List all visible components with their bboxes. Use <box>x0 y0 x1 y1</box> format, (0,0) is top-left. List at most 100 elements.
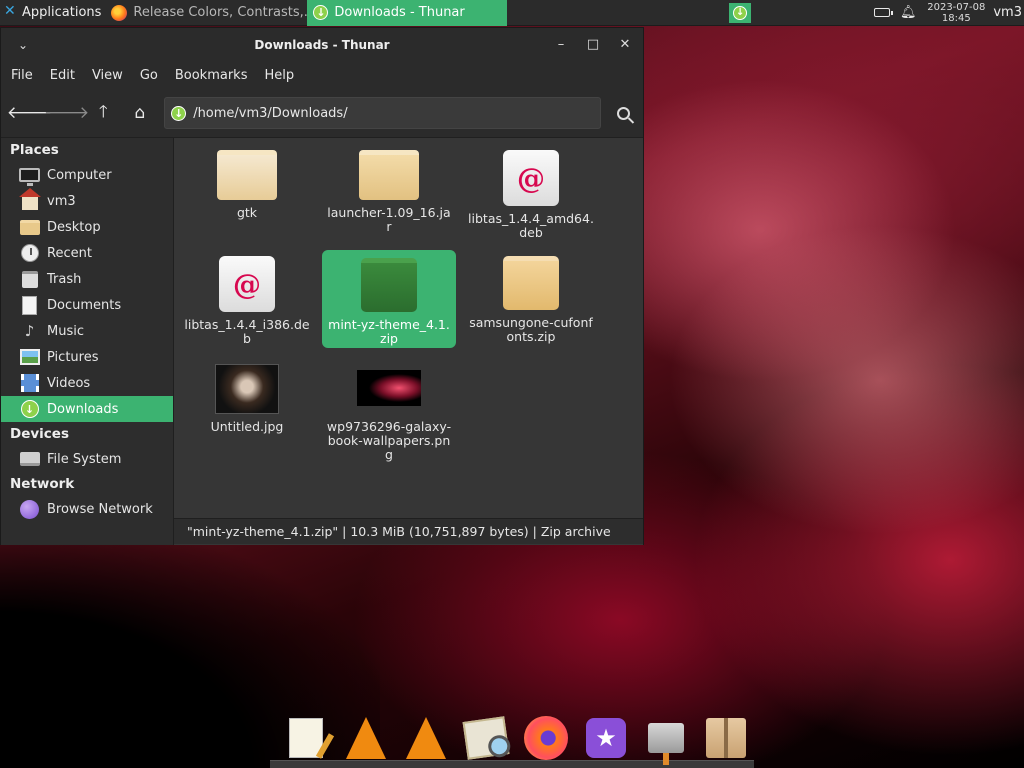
clock-time: 18:45 <box>941 12 971 24</box>
location-bar[interactable]: ↓ /home/vm3/Downloads/ <box>164 97 602 129</box>
menu-edit[interactable]: Edit <box>50 68 75 83</box>
text-editor-icon <box>289 718 323 758</box>
file-item-mint-yz-theme[interactable]: mint-yz-theme_4.1.zip <box>322 250 456 348</box>
folder-icon <box>19 217 40 237</box>
debian-package-icon: @ <box>503 150 559 206</box>
sidebar-item-label: Computer <box>47 167 112 183</box>
downloads-icon: ↓ <box>733 5 748 20</box>
file-item-untitled-jpg[interactable]: Untitled.jpg <box>180 356 314 434</box>
menu-bookmarks[interactable]: Bookmarks <box>175 68 248 83</box>
home-icon <box>18 188 41 211</box>
home-button[interactable]: ⌂ <box>122 98 159 128</box>
location-path[interactable]: /home/vm3/Downloads/ <box>193 106 347 121</box>
taskbar-item-thunar[interactable]: ↓ Downloads - Thunar <box>307 0 508 26</box>
dock-item-image-viewer[interactable] <box>456 711 516 765</box>
search-icon <box>616 106 630 120</box>
taskbar-item-firefox[interactable]: Release Colors, Contrasts,... <box>105 0 307 26</box>
menu-file[interactable]: File <box>11 68 33 83</box>
sidebar-item-label: File System <box>47 451 122 467</box>
computer-icon <box>19 165 40 186</box>
window-titlebar[interactable]: ⌄ Downloads - Thunar – □ ✕ <box>1 28 643 61</box>
archive-manager-icon <box>706 718 746 758</box>
file-name: libtas_1.4.4_amd64.deb <box>468 211 594 240</box>
up-button[interactable]: 🡑 <box>85 98 122 128</box>
forward-button[interactable]: 🡒 <box>44 98 90 128</box>
sidebar-item-label: Music <box>47 323 84 339</box>
videos-icon <box>19 373 40 393</box>
sidebar-item-videos[interactable]: Videos <box>1 370 173 396</box>
battery-button[interactable] <box>869 8 895 17</box>
clock[interactable]: 2023-07-08 18:45 <box>921 2 993 24</box>
sidebar-header-places: Places <box>10 142 59 158</box>
downloads-icon: ↓ <box>171 105 187 121</box>
menu-view[interactable]: View <box>92 68 123 83</box>
dock-item-favorites[interactable]: ★ <box>576 711 636 765</box>
user-menu[interactable]: vm3 <box>993 5 1024 20</box>
sidebar-item-desktop[interactable]: Desktop <box>1 214 173 240</box>
minimize-button[interactable]: – <box>553 37 569 52</box>
close-button[interactable]: ✕ <box>617 37 633 52</box>
dock-item-text-editor[interactable] <box>276 711 336 765</box>
file-name: samsungone-cufonfonts.zip <box>469 315 593 344</box>
vlc-icon <box>346 717 386 759</box>
image-thumbnail <box>215 364 279 414</box>
file-item-libtas-amd64[interactable]: @ libtas_1.4.4_amd64.deb <box>464 142 598 240</box>
file-item-libtas-i386[interactable]: @ libtas_1.4.4_i386.deb <box>180 248 314 346</box>
taskbar-item-label: Release Colors, Contrasts,... <box>133 5 308 20</box>
search-button[interactable] <box>603 97 643 129</box>
file-view[interactable]: gtk launcher-1.09_16.jar @ libtas_1.4.4_… <box>174 138 643 545</box>
vlc-icon <box>406 717 446 759</box>
maximize-button[interactable]: □ <box>585 37 601 52</box>
sidebar-item-music[interactable]: ♪ Music <box>1 318 173 344</box>
debian-package-icon: @ <box>219 256 275 312</box>
jar-file-icon <box>359 150 419 200</box>
network-manager-icon <box>648 723 684 765</box>
file-item-samsungone[interactable]: samsungone-cufonfonts.zip <box>464 248 598 344</box>
tray-downloads-button[interactable]: ↓ <box>729 2 752 23</box>
sidebar-item-home[interactable]: vm3 <box>1 188 173 214</box>
sidebar-item-label: Pictures <box>47 349 99 365</box>
file-item-wallpaper-png[interactable]: wp9736296-galaxy-book-wallpapers.png <box>322 356 456 462</box>
dock-item-archive[interactable] <box>696 711 756 765</box>
sidebar-item-pictures[interactable]: Pictures <box>1 344 173 370</box>
file-name: launcher-1.09_16.jar <box>327 205 451 234</box>
sidebar-item-label: vm3 <box>47 193 76 209</box>
window-menu-chevron-icon[interactable]: ⌄ <box>1 38 45 52</box>
applications-menu-button[interactable]: Applications <box>0 0 105 26</box>
file-name: mint-yz-theme_4.1.zip <box>328 317 450 346</box>
sidebar-item-label: Trash <box>47 271 82 287</box>
file-item-gtk[interactable]: gtk <box>180 142 314 220</box>
sidebar-item-documents[interactable]: Documents <box>1 292 173 318</box>
bell-icon: 🔔︎ <box>899 5 917 20</box>
top-panel: Applications Release Colors, Contrasts,.… <box>0 0 1024 26</box>
dock-item-network[interactable] <box>636 711 696 765</box>
status-bar: "mint-yz-theme_4.1.zip" | 10.3 MiB (10,7… <box>174 518 643 544</box>
firefox-icon <box>524 716 568 760</box>
file-item-launcher-jar[interactable]: launcher-1.09_16.jar <box>322 142 456 234</box>
sidebar-item-trash[interactable]: Trash <box>1 266 173 292</box>
taskbar-item-label: Downloads - Thunar <box>334 5 465 20</box>
applications-label: Applications <box>22 5 102 20</box>
dock-item-vlc-2[interactable] <box>396 711 456 765</box>
menu-go[interactable]: Go <box>140 68 158 83</box>
back-button[interactable]: 🡐 <box>7 98 53 128</box>
notifications-button[interactable]: 🔔︎ <box>895 5 921 20</box>
sidebar-item-computer[interactable]: Computer <box>1 162 173 188</box>
dock-item-vlc[interactable] <box>336 711 396 765</box>
file-name: libtas_1.4.4_i386.deb <box>184 317 310 346</box>
sidebar-header-network: Network <box>10 476 75 492</box>
file-name: Untitled.jpg <box>210 419 284 434</box>
network-icon <box>19 499 40 519</box>
zip-archive-icon <box>503 256 559 310</box>
sidebar-item-browse-network[interactable]: Browse Network <box>1 496 173 522</box>
menu-help[interactable]: Help <box>264 68 294 83</box>
clock-date: 2023-07-08 <box>927 1 986 13</box>
sidebar-item-recent[interactable]: Recent <box>1 240 173 266</box>
sidebar-item-downloads[interactable]: ↓ Downloads <box>1 396 173 422</box>
trash-icon <box>19 269 40 289</box>
sidebar-header-devices: Devices <box>10 426 69 442</box>
dock-item-firefox[interactable] <box>516 711 576 765</box>
downloads-icon: ↓ <box>19 399 40 419</box>
sidebar-item-file-system[interactable]: File System <box>1 446 173 472</box>
battery-icon <box>874 8 894 17</box>
